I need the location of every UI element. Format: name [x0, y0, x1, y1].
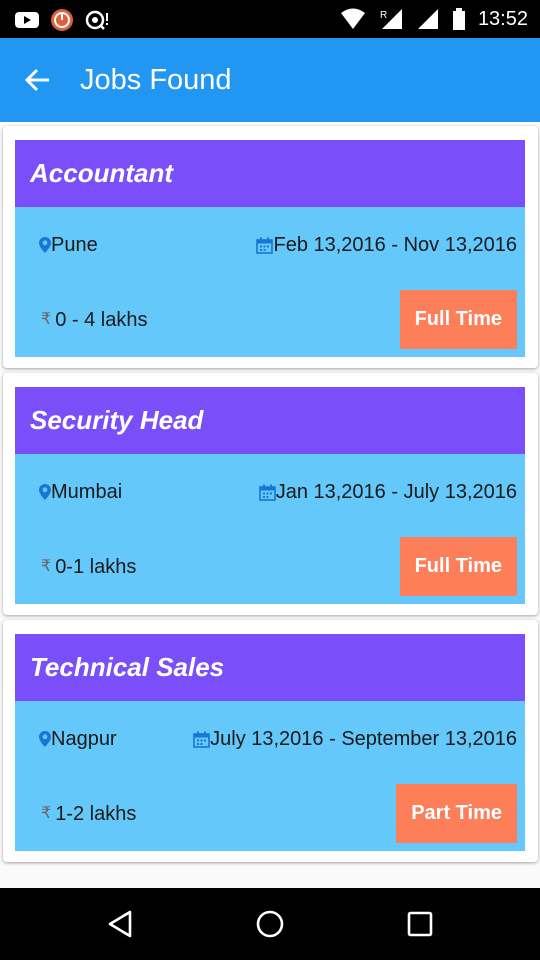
job-card[interactable]: Security Head Mumbai Jan 13,2016 - July …: [3, 373, 538, 615]
battery-icon: [452, 8, 465, 30]
job-type-button[interactable]: Part Time: [396, 784, 517, 843]
job-salary-text: 1-2 lakhs: [55, 803, 137, 825]
navigation-bar: [0, 888, 540, 960]
job-title: Accountant: [30, 158, 173, 188]
job-date-range-text: Jan 13,2016 - July 13,2016: [275, 481, 517, 503]
location-pin-icon: [39, 484, 51, 500]
job-date-range-text: Feb 13,2016 - Nov 13,2016: [273, 234, 517, 256]
job-title-bar: Accountant: [15, 140, 525, 207]
job-location: Pune: [39, 233, 98, 257]
home-circle-icon[interactable]: [254, 908, 286, 940]
job-salary-text: 0 - 4 lakhs: [55, 309, 148, 331]
location-pin-icon: [39, 731, 51, 747]
job-title-bar: Technical Sales: [15, 634, 525, 701]
job-card[interactable]: Accountant Pune Feb 13,2016 - Nov 13,201…: [3, 126, 538, 368]
app-bar: Jobs Found: [0, 38, 540, 122]
rupee-icon: ₹: [41, 558, 52, 575]
app-notification-icon: [51, 9, 73, 31]
page-title: Jobs Found: [80, 64, 232, 96]
signal-icon: [417, 9, 438, 29]
job-location-text: Mumbai: [51, 481, 123, 503]
calendar-icon: [258, 484, 276, 501]
svg-text:R: R: [380, 10, 387, 21]
job-date-range: Feb 13,2016 - Nov 13,2016: [256, 233, 517, 257]
job-location: Nagpur: [39, 727, 117, 751]
job-salary: ₹ 1-2 lakhs: [41, 802, 136, 826]
job-location: Mumbai: [39, 480, 122, 504]
location-pin-icon: [39, 237, 51, 253]
calendar-icon: [256, 237, 274, 254]
job-salary: ₹ 0 - 4 lakhs: [41, 308, 147, 332]
calendar-icon: [193, 731, 210, 748]
rupee-icon: ₹: [41, 311, 52, 328]
back-triangle-icon[interactable]: [104, 908, 136, 940]
job-list[interactable]: Accountant Pune Feb 13,2016 - Nov 13,201…: [0, 122, 540, 888]
status-bar: R 13:52: [0, 0, 540, 38]
job-date-range: Jan 13,2016 - July 13,2016: [258, 480, 517, 504]
status-time: 13:52: [477, 8, 528, 30]
job-location-text: Nagpur: [51, 728, 117, 750]
job-card[interactable]: Technical Sales Nagpur July 13,2016 - Se…: [3, 620, 538, 862]
job-salary: ₹ 0-1 lakhs: [41, 555, 136, 579]
wifi-icon: [340, 8, 365, 29]
job-type-button[interactable]: Full Time: [399, 290, 517, 349]
rupee-icon: ₹: [41, 805, 52, 822]
job-salary-text: 0-1 lakhs: [55, 556, 137, 578]
job-title: Technical Sales: [30, 652, 225, 682]
arrow-back-icon[interactable]: [22, 64, 54, 96]
signal-roaming-icon: R: [380, 9, 402, 29]
job-details: Pune Feb 13,2016 - Nov 13,2016 ₹ 0 - 4 l…: [15, 207, 525, 357]
job-date-range: July 13,2016 - September 13,2016: [193, 727, 517, 751]
job-type-button[interactable]: Full Time: [399, 537, 517, 596]
recents-square-icon[interactable]: [404, 908, 436, 940]
job-details: Mumbai Jan 13,2016 - July 13,2016 ₹ 0-1 …: [15, 454, 525, 604]
youtube-icon: [15, 12, 39, 28]
job-details: Nagpur July 13,2016 - September 13,2016 …: [15, 701, 525, 851]
hotspot-icon: [85, 10, 108, 30]
job-title-bar: Security Head: [15, 387, 525, 454]
job-location-text: Pune: [51, 234, 98, 256]
job-title: Security Head: [30, 405, 204, 435]
job-date-range-text: July 13,2016 - September 13,2016: [210, 728, 517, 750]
